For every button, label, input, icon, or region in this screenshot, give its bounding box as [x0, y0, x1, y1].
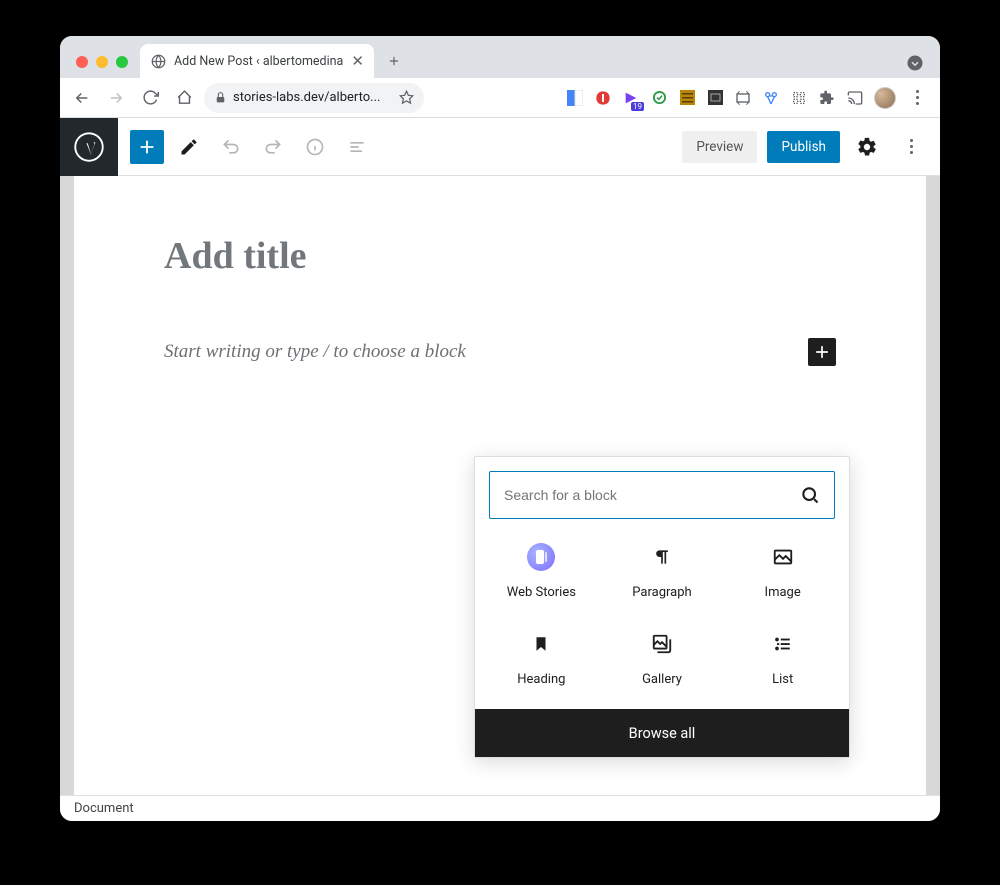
browser-window: Add New Post ‹ albertomedina ✕ stories-l…: [60, 36, 940, 821]
block-label: Heading: [517, 672, 565, 687]
tab-strip: Add New Post ‹ albertomedina ✕: [60, 36, 940, 78]
block-heading[interactable]: Heading: [481, 630, 602, 687]
star-icon[interactable]: [399, 90, 414, 105]
extension-icon[interactable]: [650, 89, 668, 107]
outline-button[interactable]: [340, 130, 374, 164]
block-web-stories[interactable]: Web Stories: [481, 543, 602, 600]
extension-icon[interactable]: [566, 89, 584, 107]
redo-button[interactable]: [256, 130, 290, 164]
inline-add-block-button[interactable]: [808, 338, 836, 366]
address-bar: stories-labs.dev/alberto... 19: [60, 78, 940, 118]
block-paragraph[interactable]: Paragraph: [602, 543, 723, 600]
url-text: stories-labs.dev/alberto...: [233, 90, 380, 105]
extension-icon[interactable]: [706, 89, 724, 107]
editor-footer: Document: [60, 795, 940, 821]
forward-button[interactable]: [102, 84, 130, 112]
preview-button[interactable]: Preview: [682, 131, 757, 163]
extension-icon[interactable]: [594, 89, 612, 107]
block-search-input[interactable]: [489, 471, 835, 519]
browser-tab[interactable]: Add New Post ‹ albertomedina ✕: [140, 44, 374, 78]
paragraph-icon: [648, 543, 676, 571]
block-grid: Web Stories Paragraph Image Heading: [475, 533, 849, 709]
cast-icon[interactable]: [846, 89, 864, 107]
editor-canvas: Add title Start writing or type / to cho…: [60, 176, 940, 795]
block-list[interactable]: List: [722, 630, 843, 687]
undo-button[interactable]: [214, 130, 248, 164]
new-tab-button[interactable]: [380, 47, 408, 75]
traffic-lights: [70, 56, 134, 78]
block-label: Paragraph: [632, 585, 691, 600]
extension-icon[interactable]: [790, 89, 808, 107]
post-body-input[interactable]: Start writing or type / to choose a bloc…: [164, 341, 466, 363]
web-stories-icon: [527, 543, 555, 571]
image-icon: [769, 543, 797, 571]
search-icon: [800, 485, 820, 505]
back-button[interactable]: [68, 84, 96, 112]
block-inserter-popover: Web Stories Paragraph Image Heading: [474, 456, 850, 758]
browser-menu-button[interactable]: [906, 90, 928, 105]
close-tab-icon[interactable]: ✕: [351, 52, 364, 70]
block-image[interactable]: Image: [722, 543, 843, 600]
block-gallery[interactable]: Gallery: [602, 630, 723, 687]
heading-icon: [527, 630, 555, 658]
extension-icon[interactable]: [762, 89, 780, 107]
info-button[interactable]: [298, 130, 332, 164]
block-label: Gallery: [642, 672, 682, 687]
wordpress-logo[interactable]: [60, 118, 118, 176]
browse-all-button[interactable]: Browse all: [475, 709, 849, 757]
extension-icons: 19: [566, 87, 932, 109]
post-title-input[interactable]: Add title: [164, 234, 836, 278]
reload-button[interactable]: [136, 84, 164, 112]
extension-icon[interactable]: [678, 89, 696, 107]
close-window-button[interactable]: [76, 56, 88, 68]
footer-breadcrumb[interactable]: Document: [74, 801, 134, 816]
gallery-icon: [648, 630, 676, 658]
globe-icon: [150, 53, 166, 69]
maximize-window-button[interactable]: [116, 56, 128, 68]
add-block-button[interactable]: [130, 130, 164, 164]
omnibox[interactable]: stories-labs.dev/alberto...: [204, 83, 424, 113]
extension-icon[interactable]: [734, 89, 752, 107]
block-label: List: [772, 672, 793, 687]
extension-badge: 19: [631, 102, 644, 111]
extension-icon[interactable]: 19: [622, 89, 640, 107]
wordpress-editor: Preview Publish Add title Start writing …: [60, 118, 940, 821]
home-button[interactable]: [170, 84, 198, 112]
account-chevron-icon[interactable]: [906, 54, 924, 72]
profile-avatar[interactable]: [874, 87, 896, 109]
settings-button[interactable]: [850, 130, 884, 164]
block-label: Web Stories: [507, 585, 576, 600]
tab-title: Add New Post ‹ albertomedina: [174, 54, 343, 69]
extensions-puzzle-icon[interactable]: [818, 89, 836, 107]
minimize-window-button[interactable]: [96, 56, 108, 68]
editor-toolbar: Preview Publish: [60, 118, 940, 176]
edit-mode-button[interactable]: [172, 130, 206, 164]
publish-button[interactable]: Publish: [767, 131, 840, 163]
block-label: Image: [765, 585, 801, 600]
lock-icon: [214, 91, 227, 104]
more-options-button[interactable]: [894, 130, 928, 164]
block-search-field[interactable]: [504, 487, 792, 503]
list-icon: [769, 630, 797, 658]
